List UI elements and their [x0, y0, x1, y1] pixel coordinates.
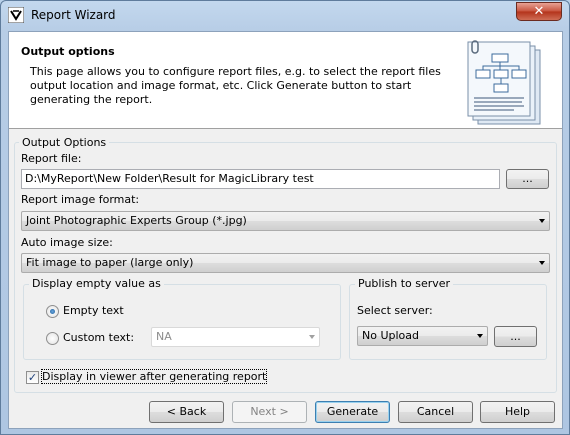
server-settings-button[interactable]: ... — [494, 326, 537, 347]
custom-text-radio[interactable] — [46, 332, 59, 345]
select-server-label: Select server: — [357, 304, 433, 317]
chevron-down-icon — [539, 219, 545, 223]
chevron-down-icon — [477, 334, 483, 338]
empty-value-legend: Display empty value as — [29, 277, 164, 290]
output-options-legend: Output Options — [19, 136, 110, 149]
report-file-input[interactable]: D:\MyReport\New Folder\Result for MagicL… — [21, 169, 500, 189]
image-format-label: Report image format: — [21, 193, 140, 206]
chevron-down-icon — [539, 261, 545, 265]
wizard-header: Output options This page allows you to c… — [9, 32, 562, 129]
auto-size-label: Auto image size: — [21, 236, 113, 249]
display-in-viewer-checkbox[interactable]: ✓ — [26, 371, 39, 384]
generate-button[interactable]: Generate — [315, 401, 390, 423]
publish-server-group — [349, 284, 547, 360]
image-format-select[interactable]: Joint Photographic Experts Group (*.jpg) — [21, 211, 550, 231]
report-document-icon — [467, 40, 541, 125]
image-format-value: Joint Photographic Experts Group (*.jpg) — [26, 214, 247, 227]
next-button[interactable]: Next > — [232, 401, 307, 423]
auto-image-size-value: Fit image to paper (large only) — [26, 256, 194, 269]
empty-value-group — [23, 284, 341, 360]
server-value: No Upload — [362, 329, 419, 342]
report-wizard-window: Report Wizard ✕ Output options This page… — [0, 0, 570, 435]
server-select[interactable]: No Upload — [357, 326, 488, 346]
empty-text-label[interactable]: Empty text — [63, 304, 124, 317]
custom-text-label[interactable]: Custom text: — [63, 331, 134, 344]
page-title: Output options — [21, 45, 115, 58]
browse-report-file-button[interactable]: ... — [506, 169, 549, 189]
custom-text-value: NA — [156, 330, 172, 343]
back-button[interactable]: < Back — [149, 401, 224, 423]
magicdraw-app-icon — [8, 7, 24, 23]
window-title: Report Wizard — [31, 8, 116, 22]
chevron-down-icon — [309, 335, 315, 339]
help-button[interactable]: Help — [480, 401, 555, 423]
close-window-button[interactable]: ✕ — [516, 2, 562, 21]
custom-text-select[interactable]: NA — [151, 327, 320, 347]
page-description: This page allows you to configure report… — [30, 65, 441, 106]
title-bar[interactable]: Report Wizard ✕ — [1, 1, 569, 31]
wizard-content: Output options This page allows you to c… — [8, 31, 563, 429]
cancel-button[interactable]: Cancel — [398, 401, 473, 423]
publish-server-legend: Publish to server — [355, 277, 454, 290]
empty-text-radio[interactable] — [46, 305, 59, 318]
report-file-label: Report file: — [21, 152, 82, 165]
display-in-viewer-label[interactable]: Display in viewer after generating repor… — [40, 369, 268, 384]
auto-image-size-select[interactable]: Fit image to paper (large only) — [21, 253, 550, 273]
